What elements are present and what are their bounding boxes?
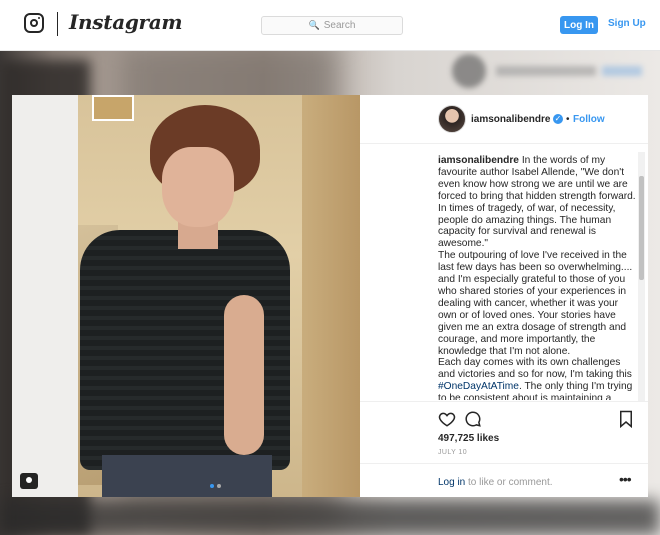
separator: •: [566, 114, 570, 125]
caption-username[interactable]: iamsonalibendre: [438, 155, 519, 166]
post-actions: [360, 401, 648, 428]
photo-region: [102, 455, 272, 497]
post-side-panel: iamsonalibendre ✓ • Follow iamsonalibend…: [360, 95, 648, 497]
caption-intro: In the words of my favourite author Isab…: [438, 155, 636, 250]
post-caption: iamsonalibendre In the words of my favou…: [438, 155, 636, 400]
background-header-blur: [452, 54, 652, 88]
photo-region: [302, 95, 360, 497]
carousel-dot[interactable]: [217, 484, 221, 488]
search-placeholder: Search: [323, 20, 356, 31]
login-prompt: Log in to like or comment.: [438, 477, 553, 488]
heart-icon[interactable]: [438, 410, 456, 428]
carousel-dot[interactable]: [210, 484, 214, 488]
likes-count[interactable]: 497,725 likes: [438, 433, 499, 444]
search-icon: 🔍: [308, 20, 320, 30]
photo-region: [162, 147, 234, 227]
nav-divider: [57, 12, 58, 36]
avatar[interactable]: [438, 105, 466, 133]
bookmark-icon[interactable]: [618, 410, 634, 428]
follow-button[interactable]: Follow: [573, 114, 605, 125]
instagram-wordmark[interactable]: Instagram: [69, 10, 183, 34]
verified-badge-icon: ✓: [553, 114, 563, 124]
photo-region: [92, 95, 134, 121]
login-link[interactable]: Log in: [438, 477, 465, 488]
instagram-camera-icon[interactable]: [24, 13, 44, 33]
signup-link[interactable]: Sign Up: [608, 18, 646, 29]
post-username[interactable]: iamsonalibendre: [471, 114, 550, 125]
login-prompt-text: to like or comment.: [465, 477, 553, 488]
hashtag-link[interactable]: #OneDayAtATime: [438, 381, 519, 392]
search-input[interactable]: 🔍 Search: [261, 16, 403, 35]
caption-paragraph: The outpouring of love I've received in …: [438, 250, 633, 357]
post-modal: iamsonalibendre ✓ • Follow iamsonalibend…: [12, 95, 648, 497]
photo-region: [224, 295, 264, 455]
post-photo[interactable]: [12, 95, 360, 497]
background-blur: [0, 500, 660, 535]
login-button[interactable]: Log In: [560, 16, 598, 34]
user-tag-icon[interactable]: [20, 473, 38, 489]
top-nav: Instagram 🔍 Search Log In Sign Up: [0, 0, 660, 51]
caption-paragraph: Each day comes with its own challenges a…: [438, 357, 632, 381]
caption-scrollbar[interactable]: [638, 152, 645, 402]
post-header: iamsonalibendre ✓ • Follow: [360, 95, 648, 144]
comment-icon[interactable]: [464, 410, 482, 428]
carousel-dots: [210, 484, 221, 488]
photo-region: [12, 95, 78, 497]
more-options-icon[interactable]: •••: [619, 471, 632, 487]
post-date[interactable]: JULY 10: [438, 449, 467, 456]
